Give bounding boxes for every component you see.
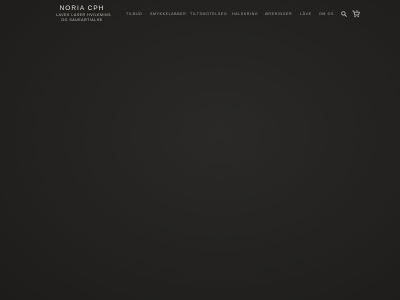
main-nav: TILBUD SMYKKELABBER TILTSMOTELSEO HALSKR… <box>126 11 337 17</box>
nav-item-tiltsmotelseo[interactable]: TILTSMOTELSEO <box>190 12 232 16</box>
site-header: NORIA CPH LAVES LASER HVILEMINS OG SAUEA… <box>0 0 400 30</box>
nav-item-lave[interactable]: LÅVE <box>300 12 319 16</box>
search-icon[interactable] <box>341 10 347 17</box>
nav-item-om-os[interactable]: OM OS <box>319 12 337 16</box>
brand-subtitle-line-1: LAVES LASER HVILEMINS <box>56 13 111 17</box>
nav-item-oreringer[interactable]: ØRERINGER <box>265 12 300 16</box>
nav-item-tilbud[interactable]: TILBUD <box>126 12 150 16</box>
brand-title: NORIA CPH <box>59 5 105 12</box>
brand-logo[interactable]: NORIA CPH LAVES LASER HVILEMINS OG SAUEA… <box>56 5 111 22</box>
brand-subtitle-line-2: OG SAUEARTIALHE <box>61 17 103 22</box>
nav-item-halskring[interactable]: HALSKRING <box>232 12 265 16</box>
header-icons: 0 <box>341 9 360 18</box>
cart-button[interactable]: 0 <box>352 8 360 18</box>
cart-count-badge: 0 <box>356 8 358 13</box>
page-background <box>0 0 400 300</box>
nav-item-smykkelabber[interactable]: SMYKKELABBER <box>150 12 190 16</box>
